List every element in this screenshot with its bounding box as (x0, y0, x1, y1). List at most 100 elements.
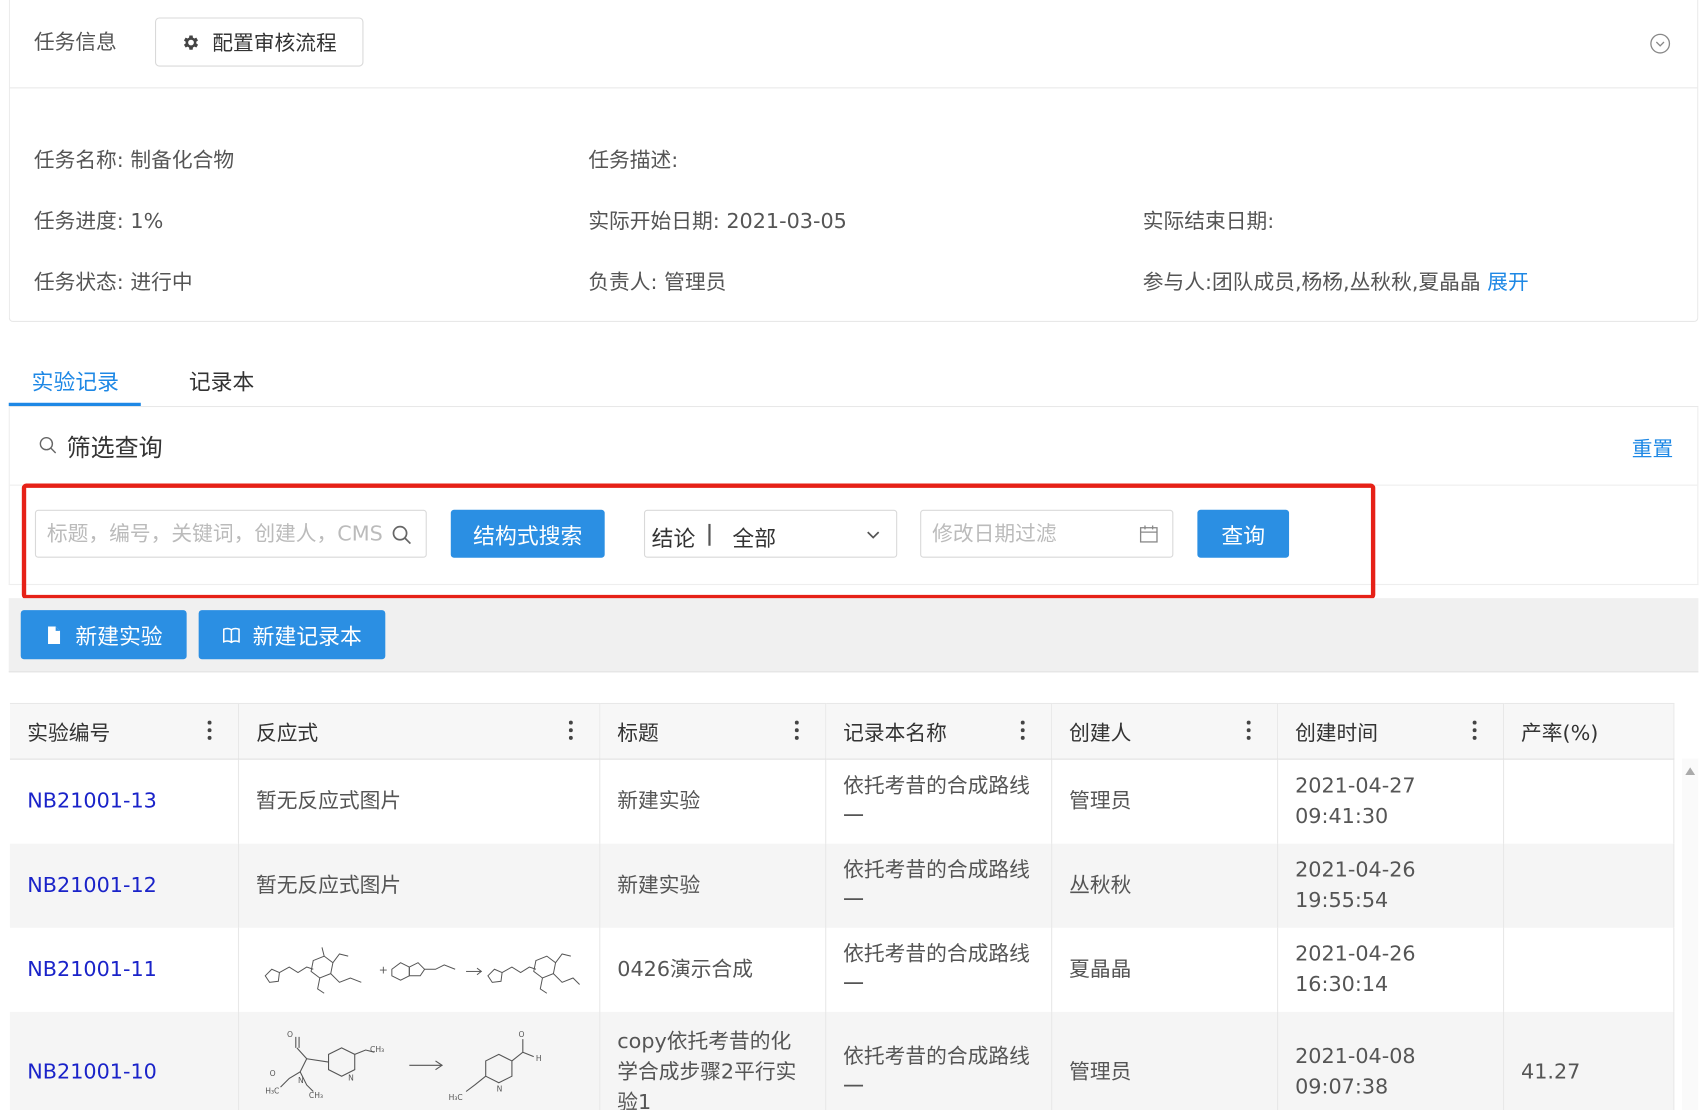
search-icon[interactable] (391, 524, 413, 546)
modified-date-filter[interactable] (920, 509, 1174, 558)
task-info-card: 任务信息 配置审核流程 任务名称: 制备化合物 任务描述: 任务进度: 1% 实… (8, 0, 1699, 322)
column-menu-icon[interactable] (568, 719, 573, 741)
expand-participants-link[interactable]: 展开 (1487, 271, 1528, 295)
svg-text:N: N (297, 1075, 303, 1084)
conclusion-value: 全部 (732, 525, 777, 552)
yield-cell (1502, 843, 1674, 928)
yield-cell (1502, 927, 1674, 1012)
column-header-title[interactable]: 标题 (599, 702, 826, 760)
svg-text:+: + (378, 964, 387, 977)
select-divider (708, 523, 711, 546)
new-notebook-label: 新建记录本 (252, 623, 362, 650)
filter-header: 筛选查询 重置 (9, 407, 1698, 486)
table-row[interactable]: NB21001-10 O O N H₃C CH₃ N CH₃ O H N H₃C… (9, 1011, 1674, 1110)
experiment-table: 实验编号 反应式 标题 记录本名称 创建人 创建时间 产率(%) NB21001… (9, 702, 1699, 1110)
svg-text:H₃C: H₃C (265, 1086, 279, 1095)
svg-text:O: O (269, 1069, 275, 1078)
svg-text:N: N (496, 1084, 502, 1093)
title-cell: copy依托考昔的化学合成步骤2平行实验1 (599, 1011, 826, 1110)
table-row[interactable]: NB21001-11 + 0426演示合成 依托考昔的合成路线一 夏晶晶 202… (9, 927, 1674, 1012)
experiment-id-link[interactable]: NB21001-10 (9, 1011, 239, 1110)
reaction-scheme-image: O O N H₃C CH₃ N CH₃ O H N H₃C (265, 1029, 541, 1102)
creator-cell: 管理员 (1051, 759, 1278, 844)
task-info-title: 任务信息 (33, 30, 117, 55)
column-menu-icon[interactable] (1472, 719, 1477, 741)
task-owner: 负责人: 管理员 (588, 270, 727, 295)
experiment-grid: 实验编号 反应式 标题 记录本名称 创建人 创建时间 产率(%) NB21001… (9, 702, 1674, 1110)
yield-cell: 41.27 (1502, 1011, 1674, 1110)
created-time-cell: 2021-04-08 09:07:38 (1277, 1011, 1504, 1110)
actual-start-date: 实际开始日期: 2021-03-05 (588, 209, 847, 234)
table-scrollbar[interactable] (1682, 758, 1699, 1110)
search-icon (39, 436, 57, 454)
task-description: 任务描述: (588, 148, 679, 173)
column-header-creator[interactable]: 创建人 (1051, 702, 1278, 760)
column-header-label: 记录本名称 (843, 720, 947, 745)
column-menu-icon[interactable] (1020, 719, 1025, 741)
created-time-cell: 2021-04-26 16:30:14 (1277, 927, 1504, 1012)
column-menu-icon[interactable] (1246, 719, 1251, 741)
active-tab-indicator (8, 402, 141, 407)
new-experiment-button[interactable]: 新建实验 (20, 610, 187, 660)
reaction-cell: 暂无反应式图片 (237, 843, 600, 928)
keyword-search-field[interactable] (46, 510, 386, 557)
creator-cell: 夏晶晶 (1051, 927, 1278, 1012)
actual-end-date: 实际结束日期: (1142, 209, 1275, 234)
column-header-label: 实验编号 (27, 720, 111, 745)
scroll-up-icon[interactable] (1685, 767, 1696, 775)
book-icon (222, 627, 240, 643)
svg-text:O: O (287, 1029, 293, 1038)
title-cell: 0426演示合成 (599, 927, 826, 1012)
calendar-icon[interactable] (1138, 524, 1159, 545)
svg-text:N: N (348, 1073, 354, 1082)
structure-search-button[interactable]: 结构式搜索 (450, 509, 605, 558)
task-name-label: 任务名称: (33, 148, 124, 173)
column-header-label: 标题 (617, 720, 659, 745)
reaction-cell: + (237, 927, 600, 1012)
task-participants: 参与人:团队成员,杨杨,丛秋秋,夏晶晶 展开 (1143, 266, 1529, 295)
conclusion-label: 结论 (651, 525, 696, 552)
participants-text: 参与人:团队成员,杨杨,丛秋秋,夏晶晶 (1142, 270, 1481, 295)
conclusion-select[interactable]: 结论 全部 (643, 509, 898, 558)
svg-text:CH₃: CH₃ (369, 1045, 383, 1054)
reaction-cell: 暂无反应式图片 (237, 759, 600, 844)
config-review-flow-button[interactable]: 配置审核流程 (154, 17, 364, 67)
svg-text:H₃C: H₃C (448, 1093, 462, 1102)
created-time-cell: 2021-04-27 09:41:30 (1277, 759, 1504, 844)
column-header-label: 反应式 (255, 720, 319, 745)
column-header-yield[interactable]: 产率(%) (1502, 702, 1674, 760)
chevron-circle-icon[interactable] (1649, 33, 1671, 55)
tab-experiment-records[interactable]: 实验记录 (32, 365, 119, 397)
keyword-search-input[interactable] (34, 509, 427, 558)
table-row[interactable]: NB21001-12 暂无反应式图片 新建实验 依托考昔的合成路线一 丛秋秋 2… (9, 843, 1674, 928)
svg-text:H: H (535, 1053, 541, 1062)
notebook-cell: 依托考昔的合成路线一 (825, 927, 1052, 1012)
column-header-reaction[interactable]: 反应式 (237, 702, 600, 760)
task-name: 任务名称: 制备化合物 (34, 144, 234, 173)
column-menu-icon[interactable] (794, 719, 799, 741)
filter-title: 筛选查询 (66, 435, 163, 463)
svg-text:O: O (518, 1029, 524, 1038)
record-tabs: 实验记录 记录本 (8, 360, 1699, 408)
new-experiment-label: 新建实验 (75, 623, 163, 650)
column-header-created-time[interactable]: 创建时间 (1277, 702, 1504, 760)
column-header-experiment-id[interactable]: 实验编号 (9, 702, 239, 760)
table-row[interactable]: NB21001-13 暂无反应式图片 新建实验 依托考昔的合成路线一 管理员 2… (9, 759, 1674, 844)
column-header-notebook[interactable]: 记录本名称 (825, 702, 1052, 760)
creator-cell: 管理员 (1051, 1011, 1278, 1110)
experiment-id-link[interactable]: NB21001-13 (9, 759, 239, 844)
reset-link[interactable]: 重置 (1632, 433, 1673, 462)
experiment-id-link[interactable]: NB21001-11 (9, 927, 239, 1012)
notebook-cell: 依托考昔的合成路线一 (825, 1011, 1052, 1110)
experiment-id-link[interactable]: NB21001-12 (9, 843, 239, 928)
config-review-flow-label: 配置审核流程 (212, 31, 337, 56)
modified-date-field[interactable] (932, 510, 1129, 557)
column-header-label: 产率(%) (1521, 720, 1599, 745)
query-button[interactable]: 查询 (1197, 509, 1290, 558)
column-menu-icon[interactable] (207, 719, 211, 741)
tab-notebooks[interactable]: 记录本 (189, 365, 254, 397)
task-name-value: 制备化合物 (130, 148, 235, 173)
new-notebook-button[interactable]: 新建记录本 (198, 610, 386, 660)
column-header-label: 创建时间 (1295, 720, 1379, 745)
yield-cell (1502, 759, 1674, 844)
